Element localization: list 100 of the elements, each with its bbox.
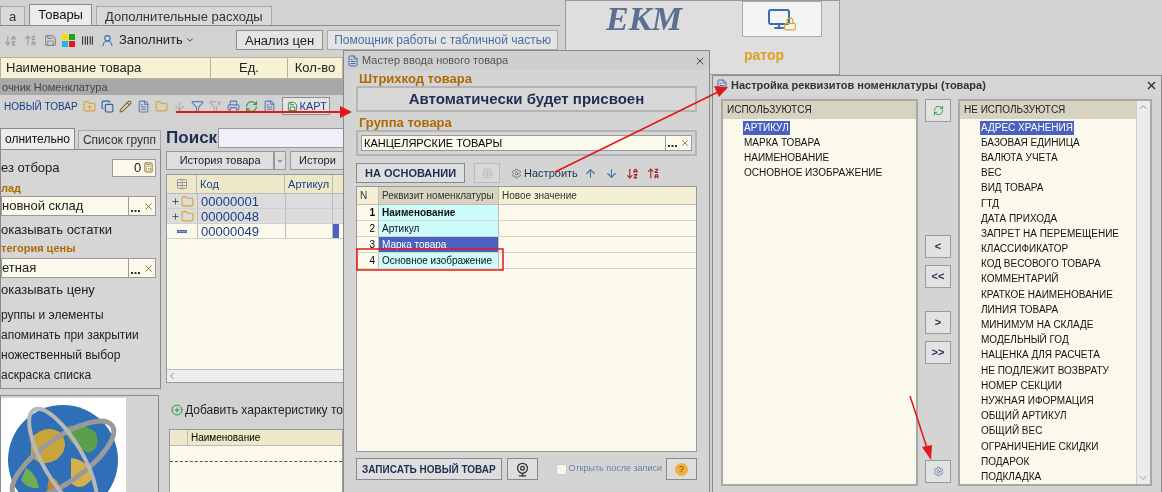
save-icon[interactable] xyxy=(42,32,58,48)
choose-button[interactable] xyxy=(665,136,679,150)
list-item[interactable]: АРТИКУЛ xyxy=(743,120,790,135)
sort-icon xyxy=(3,33,17,47)
search-label: Поиск xyxy=(166,127,219,150)
helper-button[interactable]: Помощник работы с табличной частью xyxy=(327,30,558,50)
group-field[interactable]: КАНЦЕЛЯРСКИЕ ТОВАРЫ xyxy=(361,135,692,151)
barcode-box: Автоматически будет присвоен xyxy=(356,86,697,112)
column-header: Новое значение xyxy=(501,189,578,203)
document-icon xyxy=(263,99,277,113)
list-item[interactable]: КОД ВЕСОВОГО ТОВАРА xyxy=(980,257,1102,272)
list-item[interactable]: ЛИНИЯ ТОВАРА xyxy=(980,302,1060,317)
configure-button[interactable]: Настроить xyxy=(511,164,578,182)
palette-icon[interactable] xyxy=(62,33,75,47)
list-item[interactable]: КОММЕНТАРИЙ xyxy=(980,272,1060,287)
option-label[interactable]: руппы и элементы xyxy=(1,305,157,324)
expand-icon xyxy=(170,211,180,221)
list-item[interactable]: ЗАПРЕТ НА ПЕРЕМЕЩЕНИЕ xyxy=(980,226,1120,241)
table-cell: 00000048 xyxy=(197,209,286,223)
list-item[interactable]: ВИД ТОВАРА xyxy=(980,181,1045,196)
price-analysis-button[interactable]: Анализ цен xyxy=(236,30,324,50)
list-item[interactable]: ОБЩИЙ АРТИКУЛ xyxy=(980,409,1068,424)
list-item[interactable]: ОБЩИЙ ВЕС xyxy=(980,424,1044,439)
list-item[interactable]: КРАТКОЕ НАИМЕНОВАНИЕ xyxy=(980,287,1114,302)
folder-icon xyxy=(180,209,194,223)
based-on-button[interactable]: НА ОСНОВАНИИ xyxy=(356,163,466,183)
list-item[interactable]: ОСНОВНОЕ ИЗОБРАЖЕНИЕ xyxy=(743,166,884,181)
tab[interactable]: Дополнительные расходы xyxy=(95,6,272,25)
option-label[interactable]: ножественный выбор xyxy=(1,345,157,364)
add-characteristic-link[interactable]: Добавить характеристику то xyxy=(171,401,343,419)
list-item[interactable]: ВЕС xyxy=(980,166,1003,181)
option-label[interactable]: аскраска списка xyxy=(1,365,157,384)
list-item[interactable]: ДАТА ПРИХОДА xyxy=(980,211,1059,226)
logo-text: ЕКМ xyxy=(606,1,682,37)
arrow-down-icon xyxy=(173,99,187,113)
refresh-button[interactable] xyxy=(925,99,951,122)
tab[interactable]: а xyxy=(0,6,26,25)
counter-field[interactable]: 0 xyxy=(112,158,157,177)
list-item[interactable]: ГТД xyxy=(980,196,1000,211)
edit-icon[interactable] xyxy=(117,98,134,114)
barcode-icon xyxy=(80,33,94,47)
history-button[interactable]: История товара xyxy=(166,151,275,170)
refresh-icon[interactable] xyxy=(243,98,260,114)
list-item[interactable]: АДРЕС ХРАНЕНИЯ xyxy=(980,120,1074,135)
list-item[interactable]: НАИМЕНОВАНИЕ xyxy=(743,150,831,165)
scrollbar[interactable] xyxy=(1136,101,1150,484)
list-item[interactable]: ПОДАРОК xyxy=(980,454,1031,469)
table-cell[interactable]: Основное изображение xyxy=(379,253,499,268)
copy-icon[interactable] xyxy=(99,98,116,114)
move-button[interactable]: > xyxy=(925,311,951,334)
webcam-button[interactable] xyxy=(506,458,538,480)
printer-icon[interactable] xyxy=(225,98,242,114)
table-cell[interactable]: Наименование xyxy=(379,205,499,220)
group-legend: Группа товара xyxy=(356,116,697,130)
checkbox[interactable] xyxy=(556,463,568,475)
new-item-button[interactable]: НОВЫЙ ТОВАР xyxy=(2,98,80,114)
list-item[interactable]: МИНИМУМ НА СКЛАДЕ xyxy=(980,318,1095,333)
annotation-arrow xyxy=(909,395,932,460)
tab[interactable]: Товары xyxy=(29,4,92,25)
settings-button[interactable] xyxy=(925,460,951,483)
choose-button[interactable] xyxy=(128,197,143,215)
tab[interactable]: олнительно xyxy=(0,128,75,149)
list-item[interactable]: НЕ ПОДЛЕЖИТ ВОЗВРАТУ xyxy=(980,363,1110,378)
list-item[interactable]: МАРКА ТОВАРА xyxy=(743,135,822,150)
expand-icon xyxy=(170,196,180,206)
warehouse-field[interactable]: новной склад xyxy=(1,196,157,216)
list-item[interactable]: НОМЕР СЕКЦИИ xyxy=(980,378,1063,393)
gear-icon xyxy=(511,167,523,179)
list-item[interactable]: ОГРАНИЧЕНИЕ СКИДКИ xyxy=(980,439,1100,454)
tab[interactable]: Список групп xyxy=(77,130,162,149)
fill-menu[interactable]: Заполнить xyxy=(119,30,195,50)
move-button[interactable]: << xyxy=(925,265,951,288)
folder-icon xyxy=(180,194,194,208)
save-button[interactable]: ЗАПИСАТЬ НОВЫЙ ТОВАР xyxy=(356,458,502,480)
list-item[interactable]: НАЦЕНКА ДЛЯ РАСЧЕТА xyxy=(980,348,1101,363)
catalog-title-bar: очник Номенклатура xyxy=(0,79,343,95)
help-button[interactable]: ? xyxy=(675,462,688,476)
refresh-icon xyxy=(245,99,259,113)
list-item[interactable]: БАЗОВАЯ ЕДИНИЦА xyxy=(980,135,1081,150)
list-item[interactable]: ВАЛЮТА УЧЕТА xyxy=(980,150,1059,165)
column-header: Артикул xyxy=(285,175,334,193)
filter-clear-icon[interactable] xyxy=(207,98,224,114)
list-item[interactable]: КЛАССИФИКАТОР xyxy=(980,242,1070,257)
price-category-field[interactable]: етная xyxy=(1,258,157,278)
list-item[interactable]: НУЖНАЯ ИФОРМАЦИЯ xyxy=(980,393,1095,408)
add-icon xyxy=(171,404,183,416)
user-icon xyxy=(100,33,114,47)
choose-button[interactable] xyxy=(128,259,143,277)
move-button[interactable]: < xyxy=(925,235,951,258)
dropdown-button[interactable] xyxy=(274,151,287,170)
column-header: Наименование xyxy=(190,431,261,445)
list-item[interactable]: ПОДКЛАДКА xyxy=(980,469,1043,484)
option-label[interactable]: апоминать при закрытии xyxy=(1,325,157,344)
list-item[interactable]: МОДЕЛЬНЫЙ ГОД xyxy=(980,333,1070,348)
printer-icon xyxy=(227,99,241,113)
filter-icon[interactable] xyxy=(189,98,206,114)
item-icon xyxy=(177,229,188,233)
move-button[interactable]: >> xyxy=(925,341,951,364)
table-cell[interactable]: Артикул xyxy=(379,221,499,236)
move-down-icon xyxy=(605,166,619,180)
